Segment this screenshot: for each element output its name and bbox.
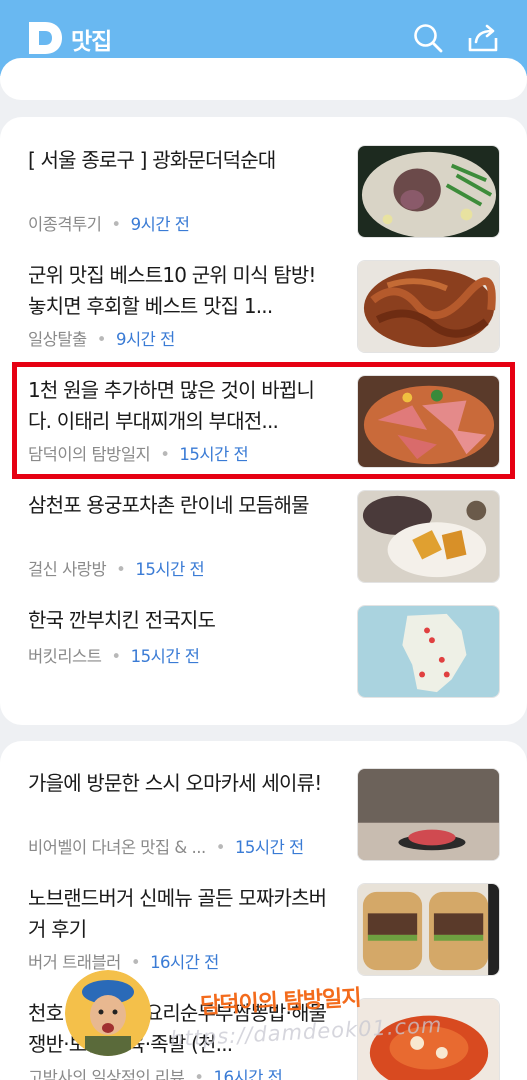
article-meta: 버킷리스트 • 15시간 전 [28, 643, 343, 667]
article-meta: 이종격투기 • 9시간 전 [28, 211, 343, 235]
separator-dot: • [130, 953, 141, 972]
article-source: 걸신 사랑방 [28, 560, 107, 579]
article-title[interactable]: 한국 깐부치킨 전국지도 [28, 605, 333, 636]
article-title[interactable]: 노브랜드버거 신메뉴 골든 모짜카츠버거 후기 [28, 883, 333, 945]
article-meta: 비어벨이 다녀온 맛집 & ... • 15시간 전 [28, 834, 343, 858]
article-time: 16시간 전 [213, 1068, 283, 1080]
daum-logo-icon[interactable] [27, 20, 64, 56]
article-time: 15시간 전 [135, 560, 205, 579]
article-meta: 버거 트래블러 • 16시간 전 [28, 949, 343, 973]
article-title[interactable]: 군위 맛집 베스트10 군위 미식 탐방! 놓치면 후회할 베스트 맛집 1..… [28, 260, 333, 322]
article-meta: 고박사의 일상적인 리뷰 • 16시간 전 [28, 1064, 343, 1080]
article-time: 15시간 전 [130, 647, 200, 666]
previous-card [0, 58, 527, 100]
article-thumbnail[interactable] [357, 145, 500, 238]
article-meta: 일상탈출 • 9시간 전 [28, 326, 343, 350]
separator-dot: • [194, 1068, 204, 1080]
article-time: 9시간 전 [115, 330, 175, 349]
highlight-box [12, 362, 515, 479]
article-thumbnail[interactable] [357, 768, 500, 861]
article-source: 버킷리스트 [28, 647, 102, 666]
article-title[interactable]: 삼천포 용궁포차촌 란이네 모듬해물 [28, 490, 333, 552]
article-time: 15시간 전 [234, 838, 304, 857]
article-source: 비어벨이 다녀온 맛집 & ... [28, 838, 206, 857]
article-thumbnail[interactable] [357, 883, 500, 976]
search-icon[interactable] [412, 22, 444, 54]
article-title[interactable]: [ 서울 종로구 ] 광화문더덕순대 [28, 145, 333, 176]
separator-dot: • [215, 838, 226, 857]
article-thumbnail[interactable] [357, 605, 500, 698]
share-icon[interactable] [467, 22, 499, 54]
list-item[interactable]: 노브랜드버거 신메뉴 골든 모짜카츠버거 후기 버거 트래블러 • 16시간 전 [0, 883, 527, 978]
separator-dot: • [96, 330, 107, 349]
article-source: 일상탈출 [28, 330, 87, 349]
article-title[interactable]: 가을에 방문한 스시 오마카세 세이류! [28, 768, 333, 830]
avatar [65, 970, 151, 1056]
list-item[interactable]: 군위 맛집 베스트10 군위 미식 탐방! 놓치면 후회할 베스트 맛집 1..… [0, 260, 527, 355]
article-thumbnail[interactable] [357, 490, 500, 583]
list-item[interactable]: [ 서울 종로구 ] 광화문더덕순대 이종격투기 • 9시간 전 [0, 145, 527, 240]
article-thumbnail[interactable] [357, 260, 500, 353]
separator-dot: • [116, 560, 126, 579]
article-source: 이종격투기 [28, 215, 102, 234]
list-item[interactable]: 가을에 방문한 스시 오마카세 세이류! 비어벨이 다녀온 맛집 & ... • 1… [0, 768, 527, 863]
article-meta: 걸신 사랑방 • 15시간 전 [28, 556, 343, 580]
article-time: 9시간 전 [130, 215, 190, 234]
list-item[interactable]: 삼천포 용궁포차촌 란이네 모듬해물 걸신 사랑방 • 15시간 전 [0, 490, 527, 585]
article-time: 16시간 전 [150, 953, 219, 972]
separator-dot: • [111, 215, 121, 234]
separator-dot: • [111, 647, 121, 666]
article-source: 고박사의 일상적인 리뷰 [28, 1068, 185, 1080]
list-item[interactable]: 한국 깐부치킨 전국지도 버킷리스트 • 15시간 전 [0, 605, 527, 700]
page-title: 맛집 [71, 29, 112, 55]
